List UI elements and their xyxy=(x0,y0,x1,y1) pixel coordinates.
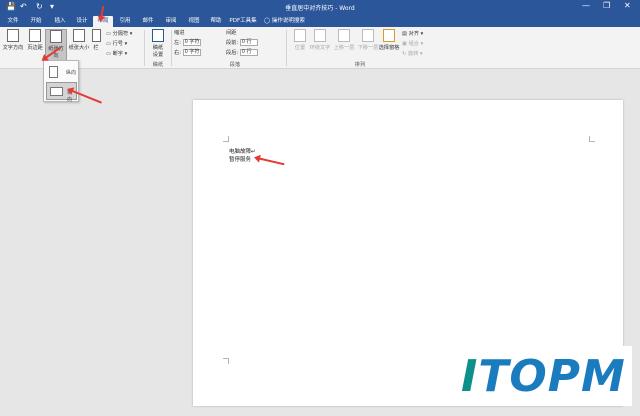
tab-view[interactable]: 视图 xyxy=(183,16,205,27)
tab-pdf-tools[interactable]: PDF工具集 xyxy=(227,16,259,27)
indent-title: 缩进 xyxy=(174,30,185,36)
rotate-button[interactable]: ↻ 旋转 ▾ xyxy=(402,50,423,57)
margins-label: 页边距 xyxy=(27,45,43,51)
tell-me-search[interactable]: ◯ 操作说明搜索 xyxy=(264,16,305,27)
tab-design[interactable]: 设计 xyxy=(71,16,93,27)
draft-paper-group-label: 稿纸 xyxy=(152,62,164,68)
arrange-group-label: 排列 xyxy=(354,62,366,68)
logo-letter: I xyxy=(461,351,479,402)
bring-forward-button[interactable]: 上移一层 xyxy=(332,29,356,61)
ribbon-divider xyxy=(171,30,172,66)
position-label: 位置 xyxy=(294,45,306,51)
columns-icon xyxy=(91,29,101,42)
margin-corner-mark xyxy=(589,136,595,142)
spacing-title: 间距 xyxy=(226,30,237,36)
spacing-before-label: 段前: xyxy=(226,40,239,46)
tab-references[interactable]: 引用 xyxy=(114,16,136,27)
close-button[interactable]: ✕ xyxy=(624,1,631,10)
lightbulb-icon: ◯ xyxy=(264,18,272,24)
spacing-before: 段前: 0 行 xyxy=(226,39,258,46)
wrap-text-button[interactable]: 环绕文字 xyxy=(308,29,332,61)
draft-paper-label: 稿纸 设置 xyxy=(152,45,164,58)
columns-label: 栏 xyxy=(93,45,99,51)
window-title: 垂直居中对齐技巧 - Word xyxy=(285,5,355,12)
send-backward-label: 下移一层 xyxy=(357,45,379,51)
text-direction-label: 文字方向 xyxy=(2,45,24,51)
spacing-after-input[interactable]: 0 行 xyxy=(239,49,258,56)
itopm-logo: ITOPM xyxy=(451,346,632,406)
size-label: 纸张大小 xyxy=(68,45,90,51)
minimize-button[interactable]: — xyxy=(582,1,590,10)
line-numbers-button[interactable]: ▭ 行号 ▾ xyxy=(106,40,127,47)
indent-left: 左: 0 字符 xyxy=(174,39,201,46)
spacing-after: 段后: 0 行 xyxy=(226,49,258,56)
tell-me-label: 操作说明搜索 xyxy=(271,18,305,24)
logo-letter: T xyxy=(478,351,510,402)
selection-pane-icon xyxy=(383,29,395,42)
paragraph-group-label: 段落 xyxy=(229,62,241,68)
margin-corner-mark xyxy=(223,358,229,364)
tab-home[interactable]: 开始 xyxy=(25,16,47,27)
align-label: 对齐 xyxy=(408,31,419,37)
draft-paper-icon xyxy=(152,29,164,42)
breaks-label: 分隔符 xyxy=(112,31,129,37)
columns-button[interactable]: 栏 xyxy=(89,29,103,61)
orientation-menu: 纵向 横向 xyxy=(43,60,79,103)
spacing-before-input[interactable]: 0 行 xyxy=(239,39,258,46)
selection-pane-label: 选择窗格 xyxy=(378,45,400,51)
margin-corner-mark xyxy=(223,136,229,142)
indent-left-label: 左: xyxy=(174,40,181,46)
bring-forward-icon xyxy=(338,29,350,42)
landscape-page-icon xyxy=(50,87,63,96)
rotate-label: 旋转 xyxy=(408,51,419,57)
logo-letter: O xyxy=(509,351,548,402)
bring-forward-label: 上移一层 xyxy=(333,45,355,51)
group-label: 组合 xyxy=(408,41,419,47)
indent-right: 右: 0 字符 xyxy=(174,49,201,56)
ribbon-divider xyxy=(144,30,145,66)
tab-review[interactable]: 审阅 xyxy=(160,16,182,27)
indent-right-label: 右: xyxy=(174,50,181,56)
orientation-portrait-option[interactable]: 纵向 xyxy=(46,63,77,81)
wrap-text-label: 环绕文字 xyxy=(309,45,331,51)
document-line[interactable]: 暂停服务 xyxy=(229,155,251,163)
title-bar: 💾 ↶ ↻ ▾ 垂直居中对齐技巧 - Word — ❐ ✕ xyxy=(0,0,640,14)
line-numbers-label: 行号 xyxy=(112,41,123,47)
tab-mailings[interactable]: 邮件 xyxy=(137,16,159,27)
tab-insert[interactable]: 插入 xyxy=(49,16,71,27)
text-direction-icon xyxy=(7,29,19,42)
send-backward-icon xyxy=(362,29,374,42)
size-button[interactable]: 纸张大小 xyxy=(68,29,90,61)
group-button[interactable]: ▣ 组合 ▾ xyxy=(402,40,423,47)
logo-text: ITOPM xyxy=(461,351,626,402)
logo-letter: P xyxy=(547,351,582,402)
orientation-icon xyxy=(50,30,62,43)
draft-paper-settings-button[interactable]: 稿纸 设置 xyxy=(147,29,169,61)
selection-pane-button[interactable]: 选择窗格 xyxy=(378,29,400,61)
tab-file[interactable]: 文件 xyxy=(3,16,23,27)
ribbon-divider xyxy=(286,30,287,66)
portrait-page-icon xyxy=(49,66,58,78)
margins-icon xyxy=(29,29,41,42)
portrait-label: 纵向 xyxy=(66,70,77,76)
indent-left-input[interactable]: 0 字符 xyxy=(182,39,201,46)
position-icon xyxy=(294,29,306,42)
ribbon: 文字方向 页边距 纸张方向 纸张大小 栏 ▭ 分隔符 ▾ ▭ 行号 ▾ ▭ 断字… xyxy=(0,27,640,69)
size-icon xyxy=(73,29,85,42)
tab-help[interactable]: 帮助 xyxy=(205,16,227,27)
send-backward-button[interactable]: 下移一层 xyxy=(356,29,380,61)
breaks-button[interactable]: ▭ 分隔符 ▾ xyxy=(106,30,132,37)
hyphenation-button[interactable]: ▭ 断字 ▾ xyxy=(106,50,127,57)
align-button[interactable]: ▤ 对齐 ▾ xyxy=(402,30,423,37)
document-line[interactable]: 电脑故障↵ xyxy=(229,147,256,155)
restore-button[interactable]: ❐ xyxy=(603,1,610,10)
logo-letter: M xyxy=(581,351,626,402)
text-direction-button[interactable]: 文字方向 xyxy=(2,29,24,61)
spacing-after-label: 段后: xyxy=(226,50,239,56)
indent-right-input[interactable]: 0 字符 xyxy=(182,49,201,56)
wrap-text-icon xyxy=(314,29,326,42)
hyphenation-label: 断字 xyxy=(112,51,123,57)
